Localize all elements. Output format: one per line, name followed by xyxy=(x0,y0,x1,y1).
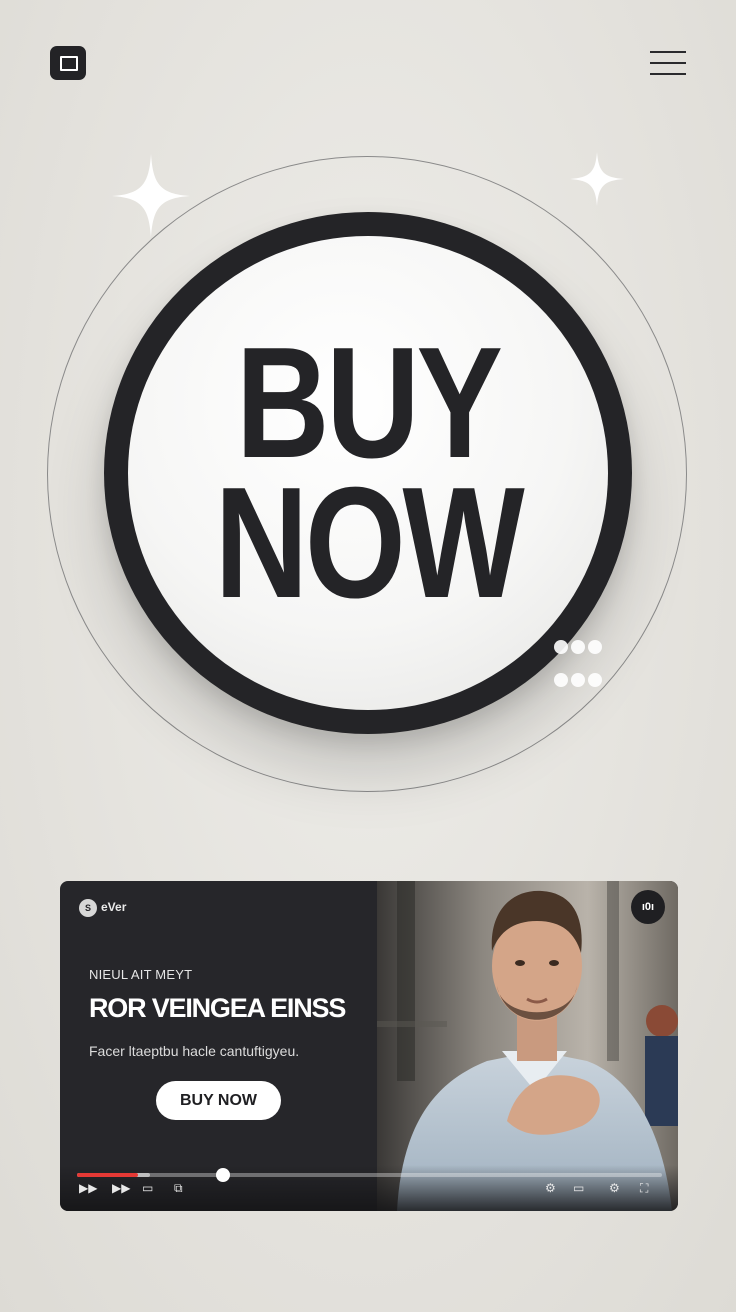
video-subtext: Facer ltaeptbu hacle cantuftigyeu. xyxy=(89,1043,300,1059)
channel-logo-icon: S xyxy=(79,899,97,917)
settings-icon[interactable]: ⚙ xyxy=(545,1181,556,1195)
quality-icon[interactable]: ⚙ xyxy=(609,1181,620,1195)
sparkle-icon xyxy=(112,154,190,238)
buy-now-button[interactable]: BUY NOW xyxy=(156,1081,281,1120)
volume-badge-icon[interactable]: ı0ı xyxy=(631,890,665,924)
app-square-icon[interactable] xyxy=(50,46,86,80)
theater-icon[interactable]: ▭ xyxy=(573,1181,584,1195)
buy-now-hero-button[interactable]: BUY NOW xyxy=(104,212,632,734)
sparkle-icon xyxy=(570,152,624,206)
miniplayer-icon[interactable]: ⧉ xyxy=(174,1181,183,1196)
video-player[interactable]: S eVer NIEUL AIT MEYT ROR VEINGEA EINSS … xyxy=(60,881,678,1211)
buy-now-face: BUY NOW xyxy=(128,236,608,710)
play-icon[interactable]: ▶▶ xyxy=(79,1181,97,1195)
presenter-photo xyxy=(377,881,678,1211)
progress-thumb[interactable] xyxy=(215,1168,230,1182)
channel-name: eVer xyxy=(101,900,127,914)
hamburger-menu-icon[interactable] xyxy=(650,51,686,75)
progress-watched xyxy=(77,1173,139,1177)
dots-grid-icon xyxy=(554,640,604,688)
buy-now-line-2: NOW xyxy=(214,455,525,631)
buy-now-line-1: BUY xyxy=(236,315,503,491)
fullscreen-icon[interactable]: ⛶ xyxy=(640,1181,648,1196)
next-icon[interactable]: ▶▶ xyxy=(112,1181,130,1195)
progress-bar[interactable] xyxy=(77,1168,662,1182)
video-eyebrow: NIEUL AIT MEYT xyxy=(89,967,193,982)
video-headline: ROR VEINGEA EINSS xyxy=(89,993,346,1023)
captions-icon[interactable]: ▭ xyxy=(142,1181,153,1195)
